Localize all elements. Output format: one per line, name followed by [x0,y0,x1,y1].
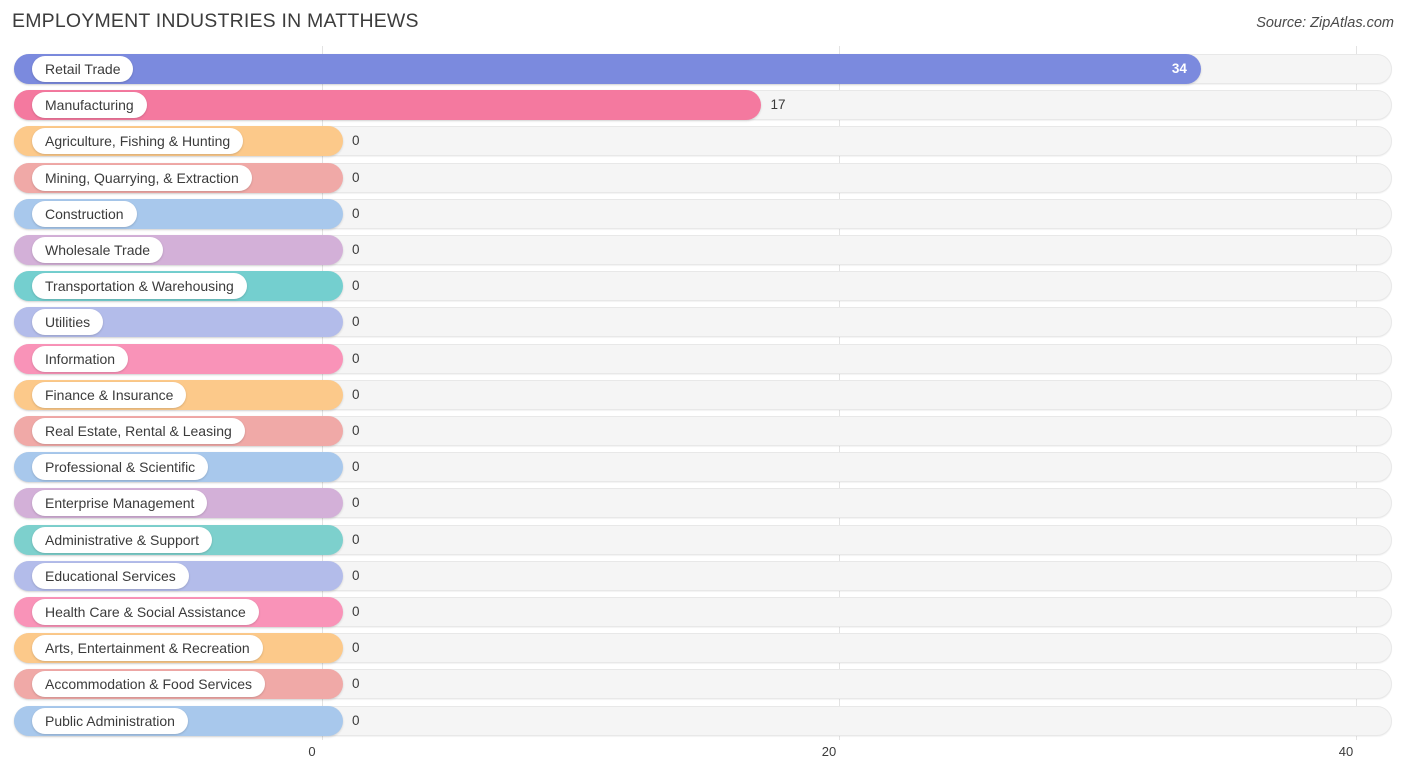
chart-row[interactable]: 0 Wholesale Trade [14,235,1392,265]
category-label: Wholesale Trade [32,237,164,263]
chart-row[interactable]: 0 Construction [14,198,1392,229]
category-label: Utilities [32,309,104,336]
bar-value-label: 0 [352,640,360,656]
chart-row[interactable]: 0 Arts, Entertainment & Recreation [14,633,1392,664]
category-label: Information [32,345,129,372]
chart-row[interactable]: 0 Administrative & Support [14,524,1392,555]
category-label: Finance & Insurance [32,381,187,408]
bar-value-label: 34 [1171,61,1187,76]
bar-value-label: 0 [352,423,360,438]
x-tick-label: 20 [821,744,837,759]
bar-value-label: 0 [352,169,360,185]
chart-plot-area: 34 Retail Trade 17 Manufacturing 0 Agricultur… [0,46,1406,740]
bar-value-label: 0 [352,350,360,366]
chart-row[interactable]: 34 Retail Trade [14,54,1392,84]
chart-row[interactable]: 17 Manufacturing [14,90,1392,121]
category-label: Transportation & Warehousing [32,273,247,300]
bar-value-label: 0 [352,242,360,257]
chart-row[interactable]: 0 Professional & Scientific [14,452,1392,483]
x-tick-label: 0 [308,744,316,759]
x-tick-label: 40 [1338,744,1354,759]
category-label: Manufacturing [32,92,147,119]
category-label: Administrative & Support [32,526,213,553]
bar-value-label: 17 [770,97,786,113]
chart-row[interactable]: 0 Information [14,343,1392,374]
chart-row[interactable]: 0 Finance & Insurance [14,379,1392,410]
bar-value-label: 0 [352,712,360,728]
category-label: Accommodation & Food Services [32,671,265,698]
chart-row[interactable]: 0 Utilities [14,307,1392,338]
chart-page: EMPLOYMENT INDUSTRIES IN MATTHEWS Source… [0,0,1406,776]
bar-value-label: 0 [352,314,360,330]
category-label: Construction [32,200,137,227]
bar-value-label: 0 [352,205,360,221]
chart-row[interactable]: 0 Mining, Quarrying, & Extraction [14,162,1392,193]
bar-value-label: 0 [352,278,360,294]
chart-row[interactable]: 0 Health Care & Social Assistance [14,597,1392,627]
chart-row[interactable]: 0 Transportation & Warehousing [14,271,1392,302]
bar-value-label: 0 [352,459,360,475]
chart-row[interactable]: 0 Agriculture, Fishing & Hunting [14,126,1392,157]
bar[interactable]: 34 [14,54,1201,84]
chart-row[interactable]: 0 Real Estate, Rental & Leasing [14,416,1392,446]
category-label: Enterprise Management [32,490,208,517]
chart-row[interactable]: 0 Public Administration [14,705,1392,736]
x-axis: 0 20 40 [0,740,1406,776]
bar-value-label: 0 [352,133,360,149]
chart-row[interactable]: 0 Accommodation & Food Services [14,669,1392,700]
category-label: Real Estate, Rental & Leasing [32,418,245,444]
category-label: Educational Services [32,562,189,589]
category-label: Agriculture, Fishing & Hunting [32,128,244,155]
bar-value-label: 0 [352,386,360,402]
category-label: Retail Trade [32,56,134,82]
chart-row[interactable]: 0 Enterprise Management [14,488,1392,519]
chart-row[interactable]: 0 Educational Services [14,560,1392,591]
bar-value-label: 0 [352,676,360,692]
category-label: Arts, Entertainment & Recreation [32,635,263,662]
category-label: Public Administration [32,707,188,734]
bar-value-label: 0 [352,495,360,511]
page-title: EMPLOYMENT INDUSTRIES IN MATTHEWS [12,10,419,32]
bar-value-label: 0 [352,604,360,619]
category-label: Health Care & Social Assistance [32,599,259,625]
source-attribution: Source: ZipAtlas.com [1256,15,1394,31]
bar-value-label: 0 [352,567,360,583]
bar-value-label: 0 [352,531,360,547]
category-label: Professional & Scientific [32,454,209,481]
category-label: Mining, Quarrying, & Extraction [32,164,252,191]
chart-header: EMPLOYMENT INDUSTRIES IN MATTHEWS Source… [0,0,1406,46]
